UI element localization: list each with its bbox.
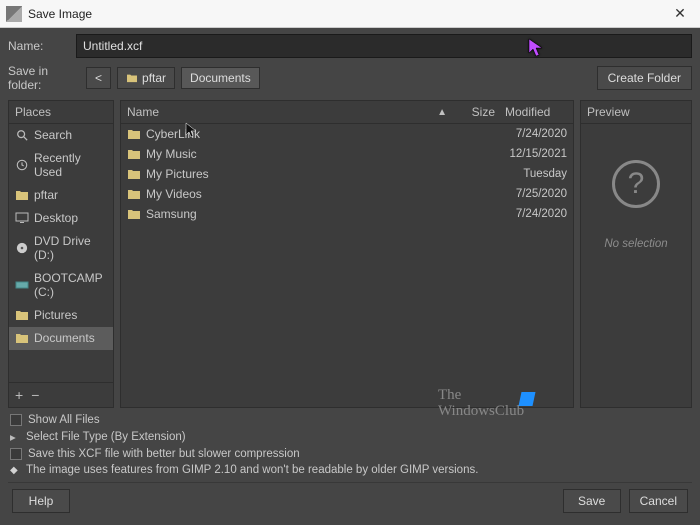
footer-buttons: Help Save Cancel <box>8 482 692 519</box>
cancel-button[interactable]: Cancel <box>629 489 688 513</box>
file-header: Name ▲ Size Modified <box>121 101 573 124</box>
file-row[interactable]: My Pictures Tuesday <box>121 164 573 184</box>
compression-toggle[interactable]: Save this XCF file with better but slowe… <box>10 446 690 462</box>
sidebar-item-search[interactable]: Search <box>9 124 113 147</box>
lists-area: Places Search Recently Used pftar <box>8 100 692 408</box>
sidebar-item-dvd[interactable]: DVD Drive (D:) <box>9 230 113 267</box>
preview-body: ? No selection <box>581 124 691 407</box>
preview-text: No selection <box>604 238 667 250</box>
col-name[interactable]: Name ▲ <box>121 101 459 123</box>
folder-icon <box>127 188 141 200</box>
folder-icon <box>127 148 141 160</box>
dialog-body: Name: Save in folder: < pftar Documents … <box>0 28 700 525</box>
sidebar-item-documents[interactable]: Documents <box>9 327 113 350</box>
path-segment-documents[interactable]: Documents <box>181 67 260 89</box>
file-row[interactable]: Samsung 7/24/2020 <box>121 204 573 224</box>
help-button[interactable]: Help <box>12 489 70 513</box>
sidebar-item-bootcamp[interactable]: BOOTCAMP (C:) <box>9 267 113 304</box>
sidebar-item-label: Recently Used <box>34 151 107 179</box>
recent-icon <box>15 159 29 171</box>
name-row: Name: <box>8 34 692 58</box>
save-button[interactable]: Save <box>563 489 621 513</box>
checkbox-icon <box>10 414 22 426</box>
col-size[interactable]: Size <box>459 101 499 123</box>
sidebar-item-pictures[interactable]: Pictures <box>9 304 113 327</box>
file-row[interactable]: My Music 12/15/2021 <box>121 144 573 164</box>
folder-icon <box>127 128 141 140</box>
col-modified[interactable]: Modified <box>499 101 573 123</box>
folder-icon <box>127 208 141 220</box>
sidebar-item-desktop[interactable]: Desktop <box>9 207 113 230</box>
remove-place-button[interactable]: − <box>31 387 39 403</box>
show-all-files-toggle[interactable]: Show All Files <box>10 412 690 428</box>
checkbox-icon <box>10 448 22 460</box>
sidebar-item-user[interactable]: pftar <box>9 184 113 207</box>
folder-icon <box>15 189 29 201</box>
sidebar-item-label: Search <box>34 128 72 142</box>
folder-back-button[interactable]: < <box>86 67 111 89</box>
folder-icon <box>15 332 29 344</box>
close-icon[interactable]: ✕ <box>666 0 694 28</box>
file-list: CyberLink 7/24/2020 My Music 12/15/2021 … <box>121 124 573 407</box>
sidebar-item-recent[interactable]: Recently Used <box>9 147 113 184</box>
create-folder-button[interactable]: Create Folder <box>597 66 692 90</box>
filename-input[interactable] <box>76 34 692 58</box>
question-icon: ? <box>612 160 660 208</box>
preview-header: Preview <box>581 101 691 124</box>
path-segment-label: pftar <box>142 71 166 85</box>
disc-icon <box>15 242 29 254</box>
options: Show All Files ▸ Select File Type (By Ex… <box>8 408 692 482</box>
sort-chevron-icon: ▲ <box>437 107 453 118</box>
folder-icon <box>126 73 138 83</box>
folder-row: Save in folder: < pftar Documents Create… <box>8 64 692 92</box>
sidebar-item-label: BOOTCAMP (C:) <box>34 271 107 299</box>
sidebar-item-label: Pictures <box>34 308 77 322</box>
preview-panel: Preview ? No selection <box>580 100 692 408</box>
folder-icon <box>15 309 29 321</box>
places-panel: Places Search Recently Used pftar <box>8 100 114 408</box>
places-footer: + − <box>9 382 113 407</box>
compat-note: ◆ The image uses features from GIMP 2.10… <box>10 462 690 478</box>
places-list: Search Recently Used pftar Desktop <box>9 124 113 382</box>
desktop-icon <box>15 212 29 224</box>
file-panel: Name ▲ Size Modified CyberLink 7/24/2020… <box>120 100 574 408</box>
sidebar-item-label: pftar <box>34 188 58 202</box>
sidebar-item-label: Desktop <box>34 211 78 225</box>
drive-icon <box>15 279 29 291</box>
sidebar-item-label: Documents <box>34 331 95 345</box>
path-segment-pftar[interactable]: pftar <box>117 67 175 89</box>
name-label: Name: <box>8 39 68 53</box>
triangle-right-icon: ▸ <box>10 430 20 444</box>
file-type-expander[interactable]: ▸ Select File Type (By Extension) <box>10 428 690 446</box>
titlebar: Save Image ✕ <box>0 0 700 28</box>
save-in-folder-label: Save in folder: <box>8 64 80 92</box>
save-image-dialog: Save Image ✕ Name: Save in folder: < pft… <box>0 0 700 525</box>
file-row[interactable]: CyberLink 7/24/2020 <box>121 124 573 144</box>
info-bullet-icon: ◆ <box>10 465 20 476</box>
add-place-button[interactable]: + <box>15 387 23 403</box>
window-title: Save Image <box>28 7 666 21</box>
places-header: Places <box>9 101 113 124</box>
search-icon <box>15 129 29 141</box>
sidebar-item-label: DVD Drive (D:) <box>34 234 107 262</box>
file-row[interactable]: My Videos 7/25/2020 <box>121 184 573 204</box>
path-segment-label: Documents <box>190 71 251 85</box>
app-icon <box>6 6 22 22</box>
folder-icon <box>127 168 141 180</box>
